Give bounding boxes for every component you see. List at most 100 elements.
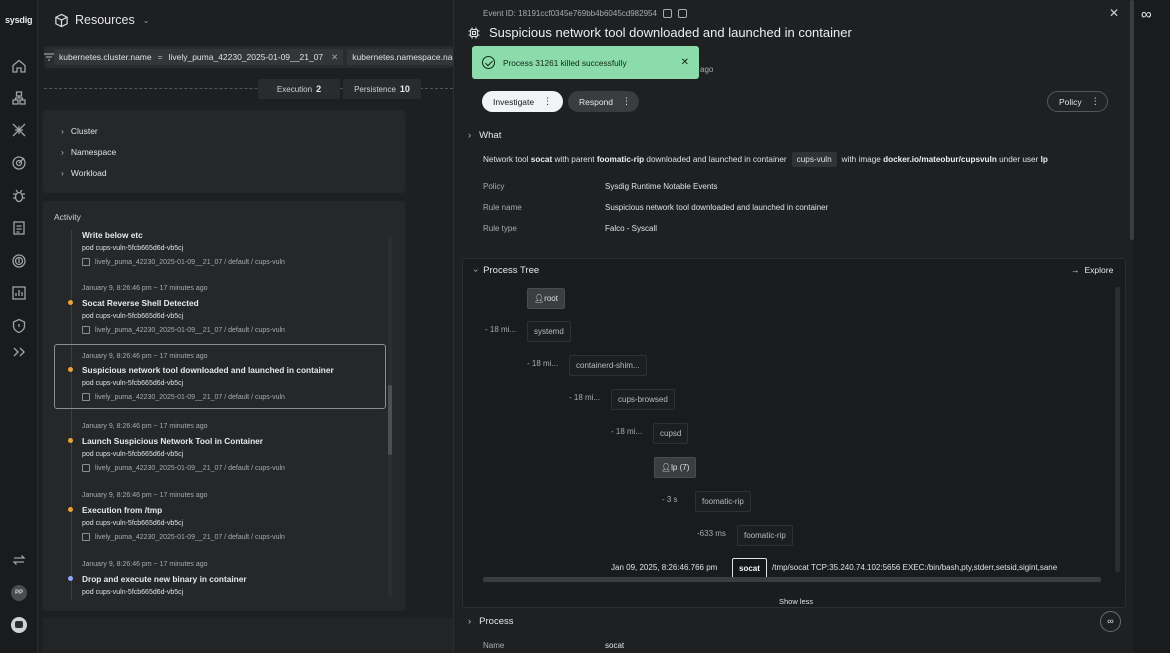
process-node[interactable]: cupsd — [653, 423, 689, 444]
stat-persistence[interactable]: Persistence 10 — [343, 79, 421, 99]
close-icon[interactable]: ✕ — [681, 57, 689, 68]
threats-icon[interactable] — [11, 155, 27, 171]
analytics-icon[interactable] — [11, 285, 27, 301]
activity-title: Activity — [54, 212, 81, 222]
tree-vertical-scrollbar[interactable] — [1115, 287, 1120, 572]
reports-icon[interactable] — [11, 220, 27, 236]
process-duration: -633 ms — [697, 529, 726, 538]
policy-key: Policy — [483, 182, 505, 191]
activity-event-selected[interactable]: January 9, 8:26:46 pm ~ 17 minutes ago S… — [54, 344, 386, 409]
process-section-toggle[interactable]: Process — [468, 616, 513, 627]
activity-event[interactable]: January 9, 8:26:46 pm ~ 17 minutes ago L… — [54, 421, 386, 489]
sysdig-logo[interactable]: sysdig — [5, 15, 33, 25]
process-node-socat[interactable]: socat — [732, 558, 767, 579]
process-duration: - 18 mi... — [569, 393, 601, 402]
drawer-header: Suspicious network tool downloaded and l… — [468, 25, 852, 40]
event-id-text: Event ID: 18191ccf0345e769bb4b6045cd9829… — [483, 9, 657, 18]
policy-button[interactable]: Policy ⋮ — [1047, 91, 1108, 112]
activity-event[interactable]: Write below etc pod cups-vuln-5fcb665d6d… — [54, 228, 386, 283]
expand-nav-icon[interactable] — [11, 344, 27, 360]
event-name: Suspicious network tool downloaded and l… — [82, 365, 334, 375]
process-node-root[interactable]: 👤︎root — [527, 288, 565, 309]
close-icon[interactable]: ✕ — [331, 52, 338, 63]
process-node[interactable]: cups-browsed — [611, 389, 675, 410]
event-title: Suspicious network tool downloaded and l… — [489, 25, 852, 40]
filter-key: kubernetes.cluster.name — [59, 52, 152, 62]
investigate-button[interactable]: Investigate ⋮ — [482, 91, 563, 112]
tree-item-namespace[interactable]: Namespace — [61, 147, 116, 157]
stat-count: 10 — [399, 84, 410, 94]
fingerprint-icon[interactable] — [11, 253, 27, 269]
event-path: lively_puma_42230_2025-01-09__21_07 / de… — [82, 258, 285, 266]
event-age: ago — [700, 65, 714, 74]
event-time: January 9, 8:26:46 pm ~ 17 minutes ago — [82, 561, 208, 568]
scope-tree-card: Cluster Namespace Workload — [43, 110, 405, 193]
filter-operator: = — [157, 52, 163, 62]
activity-scrollbar-thumb[interactable] — [388, 385, 392, 455]
process-node[interactable]: containerd-shim... — [569, 355, 647, 376]
event-pod: pod cups-vuln-5fcb665d6d-vb5cj — [82, 589, 184, 596]
process-tree-toggle[interactable]: Process Tree — [474, 265, 539, 276]
bottom-panel — [43, 618, 453, 653]
filter-bar[interactable]: kubernetes.cluster.name = lively_puma_42… — [44, 46, 453, 68]
resources-page: Resources ⌄ kubernetes.cluster.name = li… — [38, 0, 453, 653]
cluster-icon — [82, 393, 90, 401]
sage-assistant-icon[interactable]: ∞ — [1141, 6, 1152, 23]
tree-item-workload[interactable]: Workload — [61, 168, 107, 178]
event-pod: pod cups-vuln-5fcb665d6d-vb5cj — [82, 313, 184, 320]
activity-event[interactable]: January 9, 8:26:46 pm ~ 17 minutes ago E… — [54, 490, 386, 558]
home-icon[interactable] — [11, 58, 27, 74]
process-tree-canvas[interactable]: 👤︎root - 18 mi... systemd - 18 mi... con… — [471, 287, 1121, 582]
chevron-down-icon[interactable]: ⌄ — [143, 16, 150, 25]
process-node[interactable]: foomatic-rip — [695, 491, 751, 512]
user-avatar[interactable]: PP — [11, 585, 27, 601]
activity-event[interactable]: January 9, 8:26:46 pm ~ 17 minutes ago D… — [54, 559, 386, 600]
stat-label: Execution — [276, 84, 313, 94]
copy-icon[interactable] — [677, 9, 687, 18]
activity-event[interactable]: January 9, 8:26:46 pm ~ 17 minutes ago S… — [54, 283, 386, 351]
stat-label: Persistence — [354, 84, 396, 94]
process-node-user[interactable]: 👤︎lp (7) — [654, 457, 697, 478]
bug-icon[interactable] — [11, 188, 27, 204]
event-name: Drop and execute new binary in container — [82, 574, 247, 584]
filter-icon[interactable] — [44, 46, 54, 68]
inventory-icon[interactable] — [11, 90, 27, 106]
process-name-key: Name — [483, 641, 505, 650]
what-description: Network tool socat with parent foomatic-… — [483, 152, 1048, 167]
filter-chip-cluster[interactable]: kubernetes.cluster.name = lively_puma_42… — [54, 49, 344, 65]
process-cmdline: /tmp/socat TCP:35.240.74.102:5656 EXEC:/… — [772, 563, 1058, 572]
filter-chip-namespace[interactable]: kubernetes.namespace.name — [347, 49, 453, 65]
filter-key: kubernetes.namespace.name — [352, 52, 453, 62]
check-circle-icon — [482, 56, 495, 69]
explore-link[interactable]: Explore — [1071, 265, 1114, 275]
tree-horizontal-scrollbar[interactable] — [483, 577, 1101, 582]
tree-item-cluster[interactable]: Cluster — [61, 126, 98, 136]
severity-dot — [68, 576, 73, 581]
page-header[interactable]: Resources ⌄ — [54, 10, 149, 30]
event-time: January 9, 8:26:46 pm ~ 17 minutes ago — [82, 423, 208, 430]
process-name-value: socat — [605, 641, 625, 650]
switch-icon[interactable] — [11, 552, 27, 568]
container-badge: cups-vuln — [791, 152, 837, 167]
rule-name-value: Suspicious network tool downloaded and l… — [605, 203, 829, 212]
event-path: lively_puma_42230_2025-01-09__21_07 / de… — [82, 326, 285, 334]
process-duration: - 18 mi... — [527, 359, 559, 368]
what-section-toggle[interactable]: What — [468, 130, 501, 141]
help-chat-icon[interactable] — [11, 617, 27, 633]
process-node[interactable]: foomatic-rip — [737, 525, 793, 546]
severity-dot — [68, 507, 73, 512]
event-time: January 9, 8:26:46 pm ~ 17 minutes ago — [82, 492, 208, 499]
close-drawer-icon[interactable]: ✕ — [1109, 6, 1119, 20]
assistant-icon[interactable]: ∞ — [1100, 611, 1121, 632]
cluster-icon — [82, 326, 90, 334]
integrations-icon[interactable] — [11, 122, 27, 138]
process-node[interactable]: systemd — [527, 321, 571, 342]
shield-icon[interactable] — [11, 318, 27, 334]
stat-count: 2 — [316, 84, 322, 94]
link-icon[interactable] — [662, 9, 672, 18]
show-less-link[interactable]: Show less — [779, 597, 813, 606]
right-rail: ∞ — [1134, 0, 1170, 653]
respond-button[interactable]: Respond ⋮ — [568, 91, 639, 112]
stat-execution[interactable]: Execution 2 — [258, 79, 340, 99]
rule-name-key: Rule name — [483, 203, 522, 212]
